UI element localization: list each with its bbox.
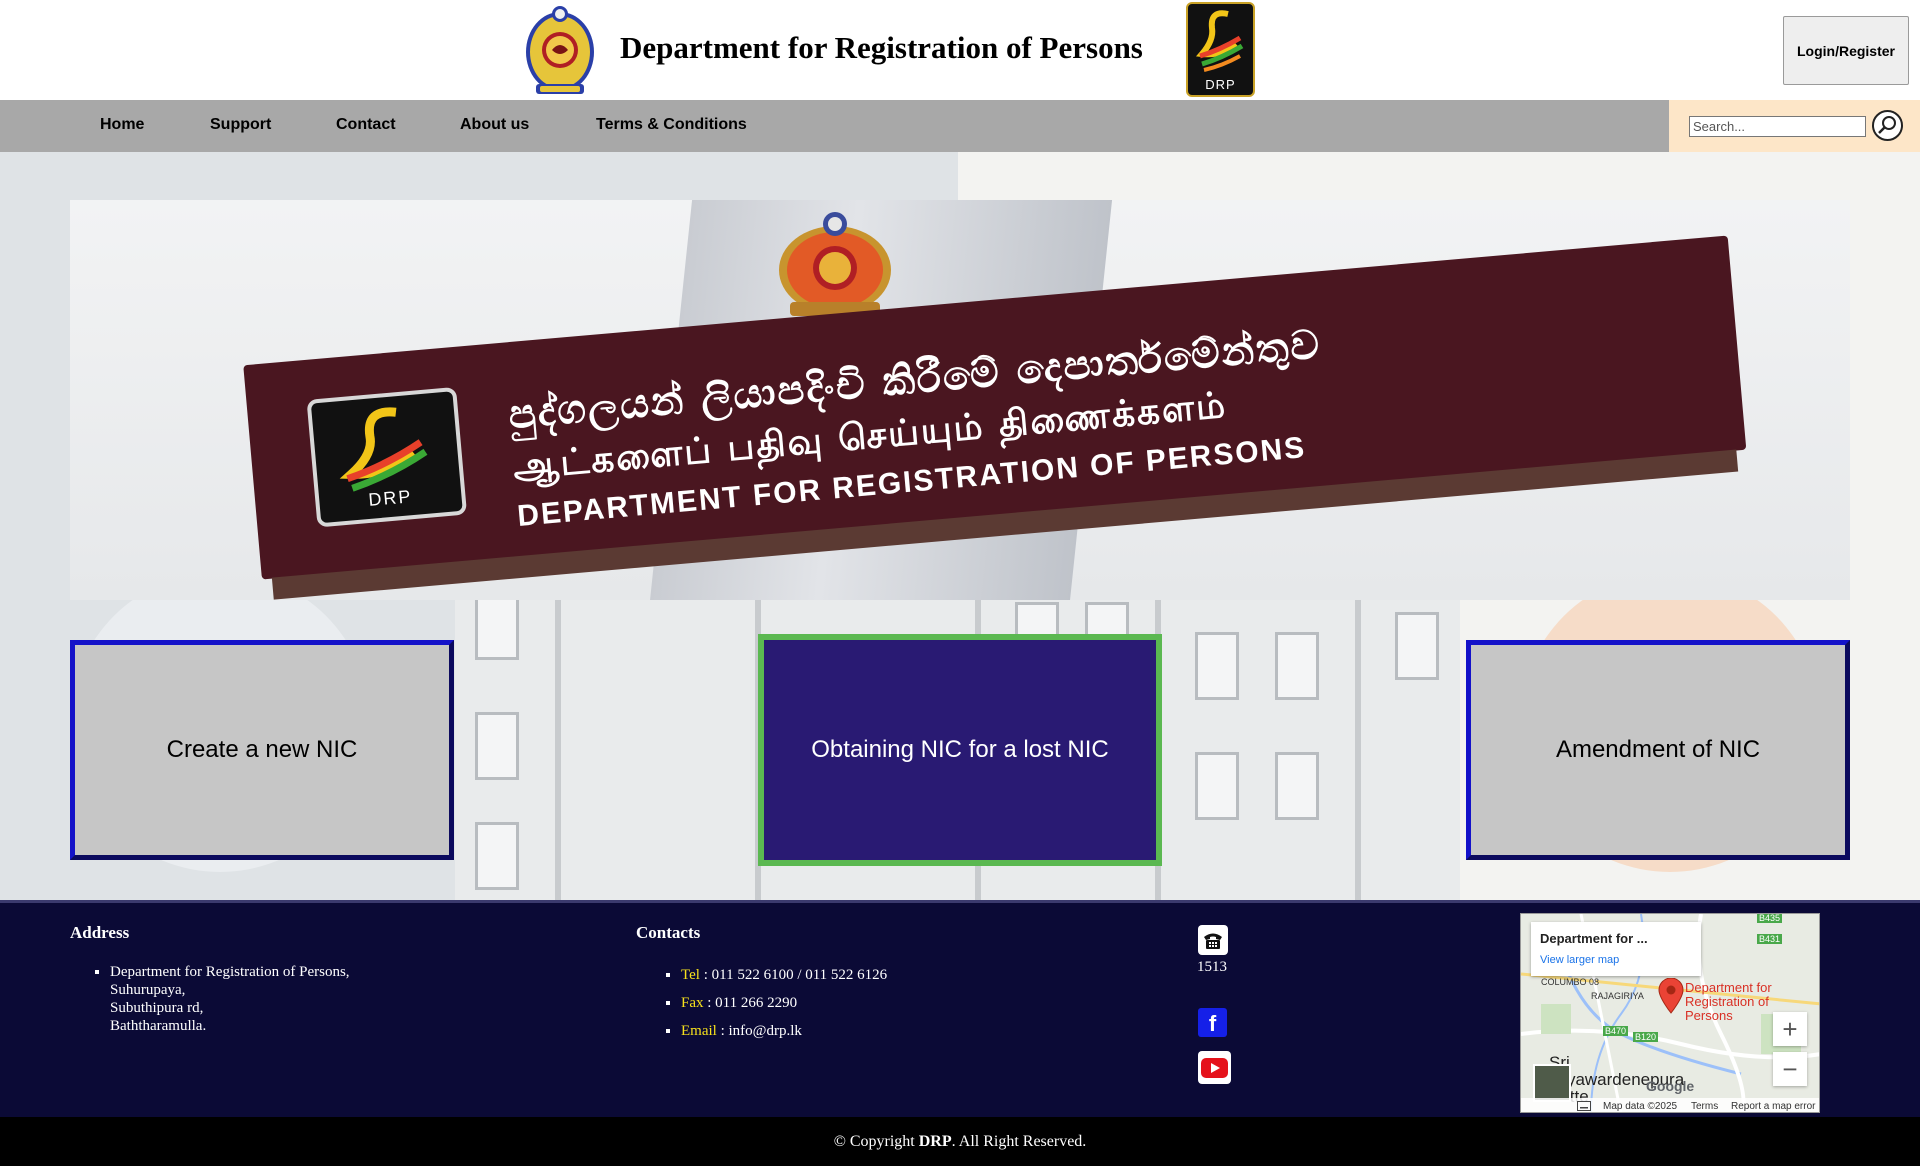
- keyboard-icon[interactable]: [1577, 1101, 1591, 1111]
- contact-tel: Tel : 011 522 6100 / 011 522 6126: [681, 967, 887, 984]
- search-button[interactable]: [1872, 110, 1903, 141]
- contact-value: : 011 266 2290: [703, 995, 798, 1011]
- lost-nic-button[interactable]: Obtaining NIC for a lost NIC: [758, 634, 1162, 866]
- nav-item-support[interactable]: Support: [210, 116, 271, 134]
- google-logo: Google: [1646, 1078, 1695, 1094]
- contact-label: Fax: [681, 995, 704, 1011]
- address-line: Subuthipura rd,: [110, 1000, 204, 1016]
- main-nav: Home Support Contact About us Terms & Co…: [0, 100, 1920, 152]
- map-satellite-toggle[interactable]: [1533, 1064, 1571, 1102]
- map-data-text: Map data ©2025: [1603, 1101, 1678, 1112]
- sri-lanka-emblem-icon: [526, 6, 594, 94]
- copyright-suffix: . All Right Reserved.: [951, 1133, 1087, 1150]
- embedded-map[interactable]: B435 B431 COLUMBO 08 RAJAGIRIYA B470 B12…: [1520, 913, 1820, 1113]
- drp-logo: DRP: [306, 386, 468, 528]
- drp-logo: DRP: [1186, 2, 1255, 97]
- youtube-icon[interactable]: [1198, 1051, 1231, 1084]
- contacts-list: Tel : 011 522 6100 / 011 522 6126 Fax : …: [681, 967, 887, 1051]
- contact-label: Tel: [681, 967, 700, 983]
- address-heading: Address: [70, 923, 130, 942]
- hero-banner-image: DRP පුද්ගලයන් ලියාපදිංචි කිරීමේ දෙපාර්තම…: [70, 200, 1850, 600]
- contact-value[interactable]: : info@drp.lk: [717, 1023, 802, 1039]
- address-line: Baththaramulla.: [110, 1018, 207, 1034]
- search-icon: [1878, 116, 1896, 134]
- address-block: Department for Registration of Persons, …: [110, 963, 350, 1035]
- map-card-title: Department for ...: [1540, 931, 1648, 946]
- contact-value: : 011 522 6100 / 011 522 6126: [699, 967, 888, 983]
- nav-item-contact[interactable]: Contact: [336, 116, 396, 134]
- address-list: Department for Registration of Persons, …: [110, 963, 350, 1035]
- copyright-brand: DRP: [918, 1133, 952, 1150]
- road-label: B120: [1633, 1032, 1659, 1042]
- create-new-nic-button[interactable]: Create a new NIC: [70, 640, 454, 860]
- road-label: B431: [1757, 934, 1783, 944]
- area-label: COLUMBO 08: [1541, 977, 1600, 987]
- map-attribution-bar: Map data ©2025 Terms Report a map error: [1521, 1098, 1819, 1112]
- map-zoom-out-button[interactable]: −: [1773, 1052, 1807, 1086]
- map-report-link[interactable]: Report a map error: [1731, 1101, 1815, 1112]
- map-info-card: Department for ... View larger map: [1531, 922, 1701, 976]
- map-zoom-in-button[interactable]: +: [1773, 1012, 1807, 1046]
- amendment-nic-button[interactable]: Amendment of NIC: [1466, 640, 1850, 860]
- site-footer: Address Department for Registration of P…: [0, 900, 1920, 1117]
- swan-logo-icon: [1195, 10, 1244, 72]
- main-content: DRP පුද්ගලයන් ලියාපදිංචි කිරීමේ දෙපාර්තම…: [0, 152, 1920, 900]
- facebook-icon[interactable]: f: [1198, 1008, 1227, 1037]
- nav-item-home[interactable]: Home: [100, 116, 144, 134]
- contacts-heading: Contacts: [636, 923, 701, 942]
- contact-label: Email: [681, 1023, 717, 1039]
- address-line: Suhurupaya,: [110, 982, 186, 998]
- map-terms-link[interactable]: Terms: [1691, 1101, 1718, 1112]
- search-area: [1669, 100, 1920, 152]
- map-pin-icon[interactable]: [1658, 978, 1684, 1014]
- contact-fax: Fax : 011 266 2290: [681, 995, 887, 1012]
- view-larger-map-link[interactable]: View larger map: [1540, 954, 1619, 966]
- phone-icon: [1198, 925, 1228, 955]
- drp-logo-text: DRP: [1205, 77, 1236, 92]
- nav-item-terms[interactable]: Terms & Conditions: [596, 116, 747, 134]
- copyright-bar: © Copyright DRP. All Right Reserved.: [0, 1117, 1920, 1166]
- contact-email: Email : info@drp.lk: [681, 1023, 887, 1040]
- hotline-number: 1513: [1197, 959, 1227, 975]
- nav-item-about-us[interactable]: About us: [460, 116, 529, 134]
- road-label: B435: [1757, 913, 1783, 923]
- road-label: B470: [1603, 1026, 1629, 1036]
- address-line: Department for Registration of Persons,: [110, 964, 350, 980]
- login-register-button[interactable]: Login/Register: [1783, 16, 1909, 85]
- search-input[interactable]: [1689, 116, 1866, 137]
- site-title: Department for Registration of Persons: [620, 30, 1143, 65]
- area-label: RAJAGIRIYA: [1591, 991, 1644, 1001]
- copyright-prefix: © Copyright: [833, 1133, 919, 1150]
- site-header: Department for Registration of Persons D…: [0, 0, 1920, 100]
